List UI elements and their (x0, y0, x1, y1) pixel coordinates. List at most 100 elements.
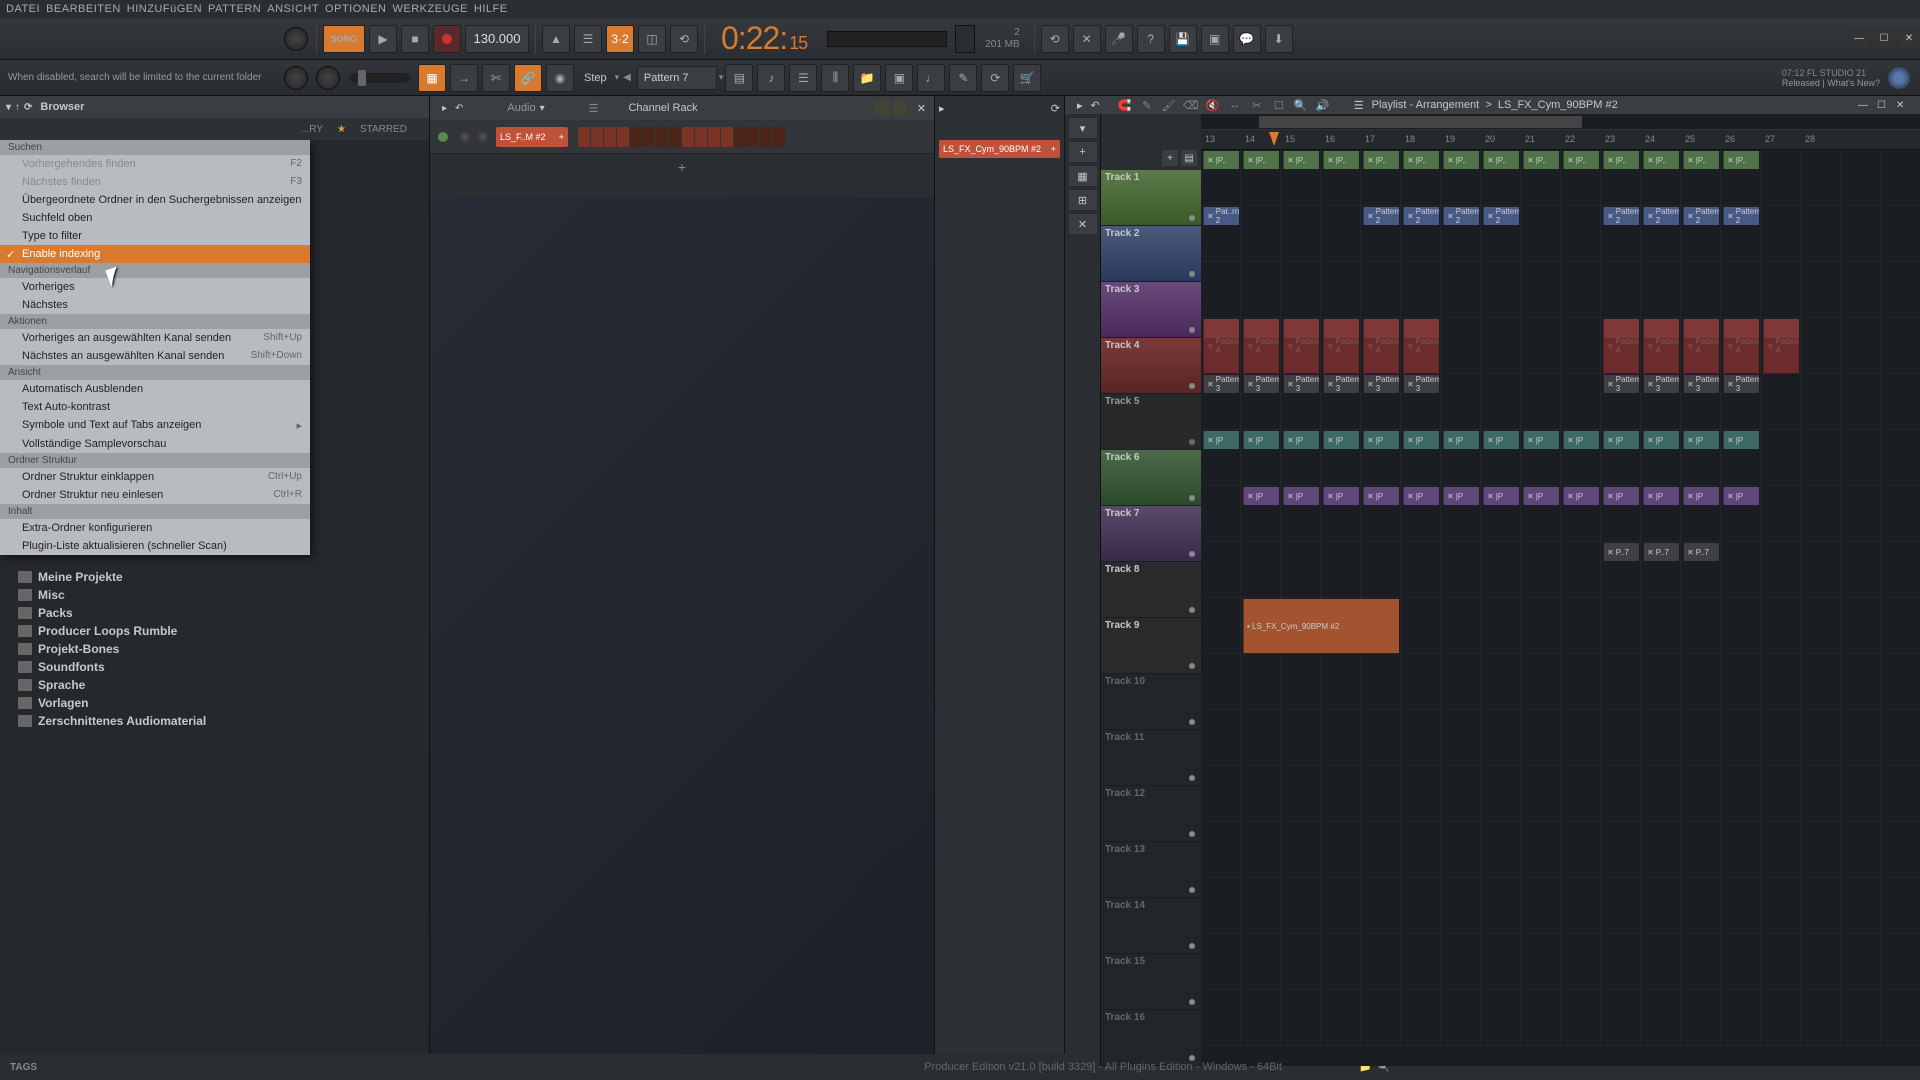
playlist-button[interactable]: ▤ (725, 64, 753, 92)
browser-tabs[interactable]: ...RY ★ STARRED (0, 118, 429, 140)
track-header[interactable]: Track 9 (1101, 618, 1201, 674)
ctx-item[interactable]: Type to filter (0, 227, 310, 245)
playlist-clip[interactable]: ✕|P.. (1563, 151, 1599, 169)
playlist-clip[interactable]: ✕|P (1363, 487, 1399, 505)
maximize-button[interactable]: ☐ (1873, 31, 1895, 47)
channel-rack-header[interactable]: ▸ ↶ Audio ▾ ☰ Channel Rack ✕ (430, 96, 934, 120)
menu-ansicht[interactable]: ANSICHT (267, 3, 319, 15)
track-mute-dot[interactable] (1189, 215, 1195, 221)
tree-item[interactable]: Vorlagen (0, 694, 429, 712)
channel-enable-dot[interactable] (438, 132, 448, 142)
add-channel-icon[interactable]: + (678, 159, 686, 175)
ctx-item[interactable]: Ordner Struktur einklappenCtrl+Up (0, 468, 310, 486)
channel-row[interactable]: LS_F..M #2+ (430, 120, 934, 154)
stop-button[interactable]: ■ (401, 25, 429, 53)
nudge-right-button[interactable]: → (450, 64, 478, 92)
step-cell[interactable] (721, 127, 733, 147)
playlist-max[interactable]: ☐ (1877, 100, 1893, 111)
step-cell[interactable] (669, 127, 681, 147)
playlist-clip[interactable]: ✕Pat..rn 2 (1203, 207, 1239, 225)
cut-tool-button[interactable]: ✄ (482, 64, 510, 92)
playlist-clip[interactable]: ✕|P (1643, 487, 1679, 505)
ctx-item[interactable]: Text Auto-kontrast (0, 398, 310, 416)
playlist-clip[interactable]: ✕|P.. (1403, 151, 1439, 169)
grid-row[interactable]: ✕|P..✕|P..✕|P..✕|P..✕|P..✕|P..✕|P..✕|P..… (1201, 150, 1920, 206)
playlist-clip[interactable]: ✕|P (1643, 431, 1679, 449)
ctx-item[interactable]: Extra-Ordner konfigurieren (0, 519, 310, 537)
track-header[interactable]: Track 4 (1101, 338, 1201, 394)
playlist-clip[interactable]: ✕|P (1203, 431, 1239, 449)
step-cell[interactable] (591, 127, 603, 147)
song-mode-button[interactable]: SONG (323, 25, 365, 53)
playlist-clip[interactable]: ✕|P.. (1483, 151, 1519, 169)
tree-item[interactable]: Projekt-Bones (0, 640, 429, 658)
track-mute-dot[interactable] (1189, 887, 1195, 893)
step-cell[interactable] (682, 127, 694, 147)
tab-library[interactable]: ...RY (301, 124, 323, 135)
track-opt-1[interactable]: + (1162, 150, 1178, 166)
playlist-clip[interactable]: ✕|P.. (1603, 151, 1639, 169)
playlist-clip[interactable]: ✕Pattern 2 (1403, 207, 1439, 225)
pattern-selector[interactable]: Pattern 7 (637, 66, 717, 90)
track-header[interactable]: Track 6 (1101, 450, 1201, 506)
playlist-clip[interactable]: ✕|P (1403, 431, 1439, 449)
track-header[interactable]: Track 1 (1101, 170, 1201, 226)
track-header[interactable]: Track 2 (1101, 226, 1201, 282)
step-cell[interactable] (760, 127, 772, 147)
mixer-button[interactable]: ⫼ (821, 64, 849, 92)
playlist-clip[interactable]: ✕|P (1283, 431, 1319, 449)
playlist-clip[interactable]: ✕Pattern 2 (1363, 207, 1399, 225)
playlist-clip[interactable]: ✕|P (1523, 431, 1559, 449)
download-button[interactable]: ⬇ (1265, 25, 1293, 53)
playlist-clip[interactable]: ✕|P.. (1283, 151, 1319, 169)
playlist-clip[interactable]: ✕|P (1683, 487, 1719, 505)
playlist-clip[interactable]: ✕|P (1723, 431, 1759, 449)
playlist-clip[interactable]: ✕Pattern 3 (1683, 375, 1719, 393)
browser-reload-icon[interactable]: ⟳ (24, 102, 32, 113)
tree-item[interactable]: Soundfonts (0, 658, 429, 676)
track-header[interactable]: Track 16 (1101, 1010, 1201, 1066)
menu-werkzeuge[interactable]: WERKZEUGE (393, 3, 468, 15)
magnet-icon[interactable]: 🧲 (1116, 96, 1134, 114)
track-header[interactable]: Track 8 (1101, 562, 1201, 618)
loop-record-button[interactable]: ⟲ (670, 25, 698, 53)
track-mute-dot[interactable] (1189, 495, 1195, 501)
playlist-clip[interactable]: ✕Pattern 4 (1323, 319, 1359, 373)
ctx-item[interactable]: Nächstes an ausgewählten Kanal sendenShi… (0, 347, 310, 365)
ctx-item[interactable]: Automatisch Ausblenden (0, 380, 310, 398)
tree-item[interactable]: Packs (0, 604, 429, 622)
playlist-clip[interactable]: ✕|P (1723, 487, 1759, 505)
help-button[interactable]: ? (1137, 25, 1165, 53)
playlist-clip[interactable]: ✕Pattern 4 (1763, 319, 1799, 373)
grid-row[interactable]: ✕Pat..rn 2✕Pattern 2✕Pattern 2✕Pattern 2… (1201, 206, 1920, 262)
track-header[interactable]: Track 15 (1101, 954, 1201, 1010)
grid-row[interactable]: ✕|P✕|P✕|P✕|P✕|P✕|P✕|P✕|P✕|P✕|P✕|P✕|P✕|P✕… (1201, 430, 1920, 486)
chanrack-menu-icon[interactable]: ▸ (442, 103, 447, 114)
pattern-clip[interactable]: LS_FX_Cym_90BPM #2+ (939, 140, 1060, 158)
tool-button[interactable]: ✕ (1073, 25, 1101, 53)
track-mute-dot[interactable] (1189, 439, 1195, 445)
playlist-clip[interactable]: ✕Pattern 2 (1603, 207, 1639, 225)
playlist-clip[interactable]: ✕Pattern 3 (1363, 375, 1399, 393)
browser-button[interactable]: 📁 (853, 64, 881, 92)
globe-icon[interactable] (1888, 67, 1910, 89)
playlist-clip[interactable]: ✕|P (1523, 487, 1559, 505)
menubar[interactable]: DATEIBEARBEITENHINZUFüGENPATTERNANSICHTO… (0, 0, 1920, 18)
ctx-item[interactable]: Vorheriges (0, 278, 310, 296)
menu-bearbeiten[interactable]: BEARBEITEN (46, 3, 121, 15)
add-marker[interactable]: + (1069, 142, 1097, 162)
track-header[interactable]: Track 10 (1101, 674, 1201, 730)
track-mute-dot[interactable] (1189, 383, 1195, 389)
marker-tool[interactable]: ▾ (1069, 118, 1097, 138)
select-icon[interactable]: ☐ (1270, 96, 1288, 114)
playlist-clip[interactable]: ✕Pattern 3 (1243, 375, 1279, 393)
track-mute-dot[interactable] (1189, 663, 1195, 669)
playlist-clip[interactable]: ✕|P.. (1203, 151, 1239, 169)
tree-item[interactable]: Zerschnittenes Audiomaterial (0, 712, 429, 730)
track-mute-dot[interactable] (1189, 719, 1195, 725)
wait-button[interactable]: ☰ (574, 25, 602, 53)
zoom-icon[interactable]: 🔍 (1292, 96, 1310, 114)
playlist-clip[interactable]: ✕|P.. (1243, 151, 1279, 169)
playlist-ruler[interactable]: 13141516171819202122232425262728 (1201, 130, 1920, 150)
tree-item[interactable]: Meine Projekte (0, 568, 429, 586)
